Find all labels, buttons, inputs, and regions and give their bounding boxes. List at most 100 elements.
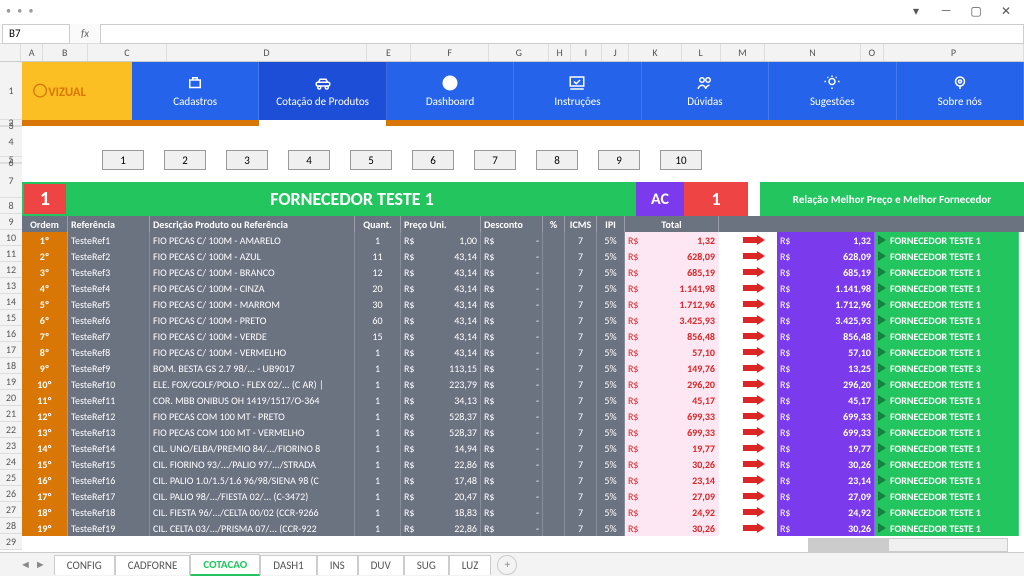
- row-header-10[interactable]: 10: [0, 230, 22, 246]
- menu-duvidas[interactable]: Dúvidas: [642, 62, 769, 120]
- table-row[interactable]: 17ºTesteRef17CIL. PALIO 98/.../FIESTA 02…: [22, 488, 1024, 504]
- sheet-tab-config[interactable]: CONFIG: [54, 555, 115, 575]
- table-row[interactable]: 14ºTesteRef14CIL. UNO/ELBA/PREMIO 84/...…: [22, 440, 1024, 456]
- col-header-C[interactable]: C: [88, 44, 168, 61]
- menu-dashboard[interactable]: Dashboard: [387, 62, 514, 120]
- col-header-I[interactable]: I: [571, 44, 602, 61]
- sheet-tab-luz[interactable]: LUZ: [449, 555, 492, 575]
- table-row[interactable]: 13ºTesteRef13FIO PECAS COM 100 MT - VERM…: [22, 424, 1024, 440]
- table-row[interactable]: 8ºTesteRef8FIO PECAS C/ 100M - VERMELHO1…: [22, 344, 1024, 360]
- page-button-7[interactable]: 7: [474, 150, 516, 170]
- col-header-D[interactable]: D: [167, 44, 366, 61]
- sheet-tab-duv[interactable]: DUV: [358, 555, 404, 575]
- row-header-20[interactable]: 20: [0, 390, 22, 406]
- row-header-22[interactable]: 22: [0, 422, 22, 438]
- row-header-16[interactable]: 16: [0, 326, 22, 342]
- row-header-26[interactable]: 26: [0, 486, 22, 502]
- table-row[interactable]: 16ºTesteRef16CIL. PALIO 1.0/1.5/1.6 96/9…: [22, 472, 1024, 488]
- row-header-12[interactable]: 12: [0, 262, 22, 278]
- page-button-9[interactable]: 9: [598, 150, 640, 170]
- col-header-H[interactable]: H: [549, 44, 570, 61]
- col-header-A[interactable]: A: [21, 44, 42, 61]
- row-header-9[interactable]: 9: [0, 214, 22, 230]
- table-row[interactable]: 19ºTesteRef19CIL. CELTA 03/.../PRISMA 07…: [22, 520, 1024, 536]
- menu-sobre[interactable]: Sobre nós: [897, 62, 1024, 120]
- table-row[interactable]: 18ºTesteRef18CIL. FIESTA 96/.../CELTA 00…: [22, 504, 1024, 520]
- sheet-tab-sug[interactable]: SUG: [404, 555, 449, 575]
- col-header-E[interactable]: E: [367, 44, 412, 61]
- col-header-O[interactable]: O: [861, 44, 884, 61]
- formula-input[interactable]: [100, 24, 1024, 44]
- close-button[interactable]: ✕: [992, 2, 1020, 20]
- cell-best-price: R$1,32: [777, 232, 875, 248]
- row-header-11[interactable]: 11: [0, 246, 22, 262]
- page-button-10[interactable]: 10: [660, 150, 702, 170]
- supplier-index: 1: [22, 182, 68, 216]
- row-header-19[interactable]: 19: [0, 374, 22, 390]
- row-header-14[interactable]: 14: [0, 294, 22, 310]
- row-header-15[interactable]: 15: [0, 310, 22, 326]
- page-button-8[interactable]: 8: [536, 150, 578, 170]
- row-header-23[interactable]: 23: [0, 438, 22, 454]
- sheet-tab-dash1[interactable]: DASH1: [260, 555, 316, 575]
- ribbon-toggle-icon[interactable]: ▾: [902, 2, 930, 20]
- sheet-tab-cadforne[interactable]: CADFORNE: [115, 555, 191, 575]
- table-row[interactable]: 6ºTesteRef6FIO PECAS C/ 100M - PRETO60R$…: [22, 312, 1024, 328]
- page-button-5[interactable]: 5: [350, 150, 392, 170]
- menu-sugestoes[interactable]: Sugestões: [769, 62, 896, 120]
- table-row[interactable]: 15ºTesteRef15CIL. FIORINO 93/.../PALIO 9…: [22, 456, 1024, 472]
- row-header-13[interactable]: 13: [0, 278, 22, 294]
- menu-instrucoes[interactable]: Instruções: [514, 62, 641, 120]
- col-header-M[interactable]: M: [721, 44, 766, 61]
- page-button-2[interactable]: 2: [164, 150, 206, 170]
- table-row[interactable]: 4ºTesteRef4FIO PECAS C/ 100M - CINZA20R$…: [22, 280, 1024, 296]
- horizontal-scrollbar[interactable]: [808, 538, 1008, 552]
- table-row[interactable]: 11ºTesteRef11COR. MBB ONIBUS OH 1419/151…: [22, 392, 1024, 408]
- page-button-1[interactable]: 1: [102, 150, 144, 170]
- row-header-21[interactable]: 21: [0, 406, 22, 422]
- table-row[interactable]: 10ºTesteRef10ELE. FOX/GOLF/POLO - FLEX 0…: [22, 376, 1024, 392]
- table-row[interactable]: 1ºTesteRef1FIO PECAS C/ 100M - AMARELO1R…: [22, 232, 1024, 248]
- col-header-L[interactable]: L: [682, 44, 721, 61]
- maximize-button[interactable]: ▢: [962, 2, 990, 20]
- row-header-24[interactable]: 24: [0, 454, 22, 470]
- col-header-P[interactable]: P: [884, 44, 1024, 61]
- sheet-tab-ins[interactable]: INS: [317, 555, 358, 575]
- add-sheet-button[interactable]: +: [497, 555, 517, 575]
- table-row[interactable]: 5ºTesteRef5FIO PECAS C/ 100M - MARROM30R…: [22, 296, 1024, 312]
- table-row[interactable]: 3ºTesteRef3FIO PECAS C/ 100M - BRANCO12R…: [22, 264, 1024, 280]
- table-row[interactable]: 12ºTesteRef12FIO PECAS COM 100 MT - PRET…: [22, 408, 1024, 424]
- page-button-6[interactable]: 6: [412, 150, 454, 170]
- page-button-4[interactable]: 4: [288, 150, 330, 170]
- col-header-K[interactable]: K: [629, 44, 682, 61]
- row-header-28[interactable]: 28: [0, 518, 22, 534]
- cell-desconto: R$ -: [481, 280, 543, 296]
- column-headers[interactable]: ABCDEFGHIJKLMNOP: [0, 44, 1024, 62]
- table-row[interactable]: 2ºTesteRef2FIO PECAS C/ 100M - AZUL11R$4…: [22, 248, 1024, 264]
- row-header-1[interactable]: 1: [0, 62, 22, 120]
- menu-cotacao[interactable]: Cotação de Produtos: [259, 62, 386, 120]
- row-header-29[interactable]: 29: [0, 534, 22, 550]
- row-header-7[interactable]: 7: [0, 164, 22, 198]
- sheet-tab-cotacao[interactable]: COTACAO: [190, 554, 260, 576]
- row-header-25[interactable]: 25: [0, 470, 22, 486]
- row-header-17[interactable]: 17: [0, 342, 22, 358]
- table-row[interactable]: 7ºTesteRef7FIO PECAS C/ 100M - VERDE15R$…: [22, 328, 1024, 344]
- col-header-G[interactable]: G: [489, 44, 549, 61]
- table-row[interactable]: 9ºTesteRef9BOM. BESTA GS 2.7 98/... - UB…: [22, 360, 1024, 376]
- col-header-B[interactable]: B: [43, 44, 88, 61]
- row-headers[interactable]: 1234567891011121314151617181920212223242…: [0, 62, 22, 550]
- col-header-J[interactable]: J: [602, 44, 629, 61]
- page-button-3[interactable]: 3: [226, 150, 268, 170]
- name-box[interactable]: [2, 24, 70, 44]
- row-header-18[interactable]: 18: [0, 358, 22, 374]
- fx-icon[interactable]: fx: [70, 27, 100, 40]
- row-header-8[interactable]: 8: [0, 198, 22, 214]
- col-header-F[interactable]: F: [411, 44, 489, 61]
- menu-cadastros[interactable]: Cadastros: [132, 62, 259, 120]
- ac-value: 1: [684, 182, 748, 216]
- col-header-N[interactable]: N: [765, 44, 860, 61]
- sheet-nav-arrows[interactable]: ◄►: [20, 558, 46, 571]
- row-header-27[interactable]: 27: [0, 502, 22, 518]
- minimize-button[interactable]: —: [932, 2, 960, 20]
